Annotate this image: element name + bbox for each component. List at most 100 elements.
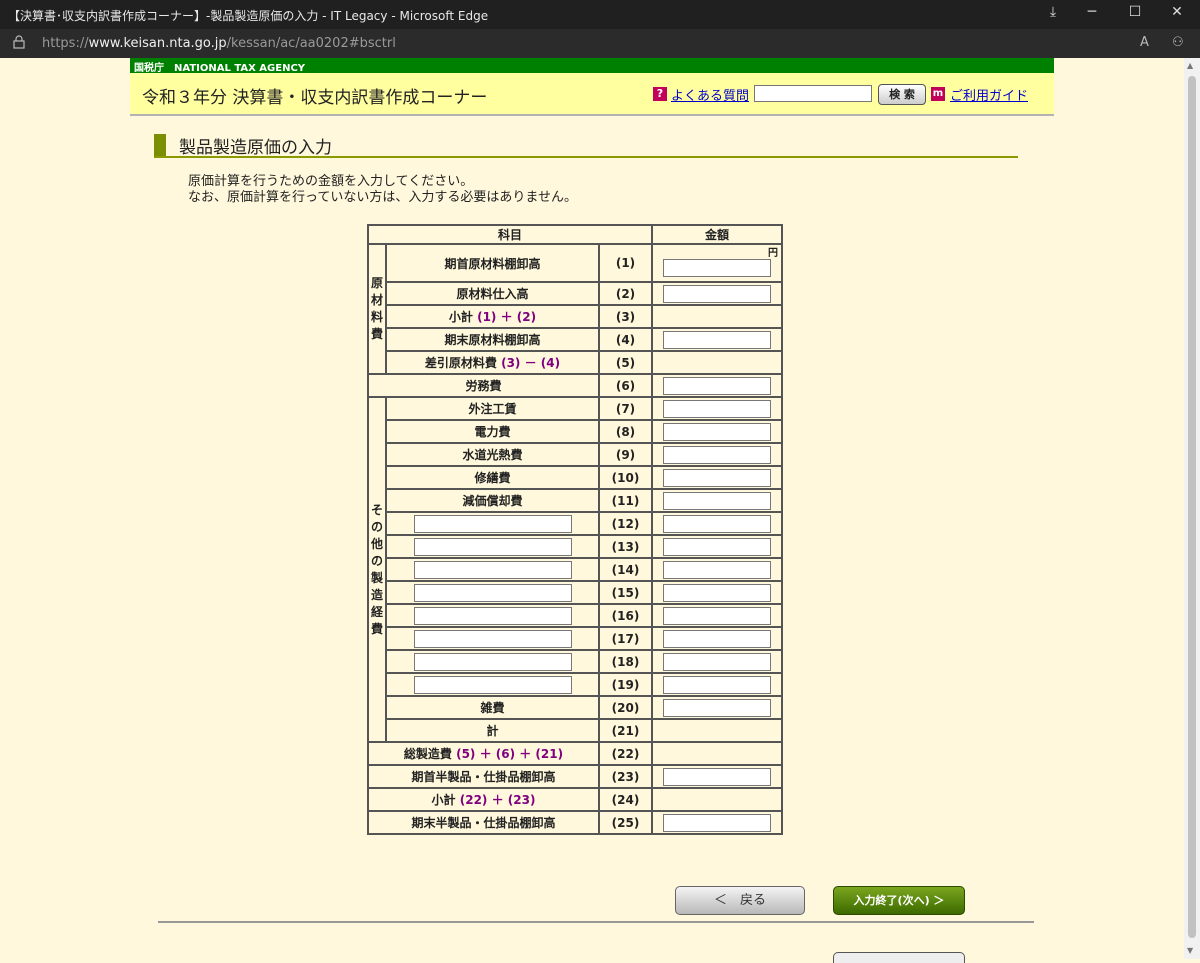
custom-item-cell xyxy=(385,649,600,674)
amount-input-1[interactable] xyxy=(663,259,771,277)
table-row: 労務費 (6) xyxy=(367,373,783,398)
read-aloud-icon[interactable]: A xyxy=(1140,35,1149,50)
minimize-icon[interactable]: ─ xyxy=(1081,4,1103,24)
table-row: 期首半製品・仕掛品棚卸高 (23) xyxy=(367,764,783,789)
url-text[interactable]: https://www.keisan.nta.go.jp/kessan/ac/a… xyxy=(42,36,396,51)
amount-input-12[interactable] xyxy=(663,514,771,533)
guide-link[interactable]: ご利用ガイド xyxy=(950,85,1028,104)
amount-input-13[interactable] xyxy=(663,537,771,556)
table-row: 減価償却費 (11) xyxy=(368,488,783,513)
item-label: 計 xyxy=(385,718,600,743)
table-row: 小計 (1) ＋ (2) (3) xyxy=(368,304,783,329)
url-scheme: https:// xyxy=(42,36,89,51)
custom-item-cell xyxy=(385,626,600,651)
item-number: (16) xyxy=(598,603,653,628)
scroll-down-icon[interactable]: ▼ xyxy=(1187,946,1193,955)
table-row: 差引原材料費 (3) － (4) (5) xyxy=(368,350,783,375)
table-row: (18) xyxy=(368,649,783,674)
amount-input-23[interactable] xyxy=(663,767,771,786)
amount-input-11[interactable] xyxy=(663,491,771,510)
amount-input-10[interactable] xyxy=(663,468,771,487)
maximize-icon[interactable]: ☐ xyxy=(1124,4,1146,24)
question-icon[interactable]: ? xyxy=(653,87,667,101)
item-label: 期首原材料棚卸高 xyxy=(385,243,600,283)
item-label: 期末半製品・仕掛品棚卸高 xyxy=(367,810,600,835)
item-number: (18) xyxy=(598,649,653,674)
guide-book-icon[interactable]: m xyxy=(931,87,945,101)
item-label: 外注工賃 xyxy=(385,396,600,421)
item-name-input-12[interactable] xyxy=(413,514,572,533)
amount-input-19[interactable] xyxy=(663,675,771,694)
agency-bar: 国税庁 NATIONAL TAX AGENCY xyxy=(130,58,1054,74)
download-icon[interactable]: ⤓ xyxy=(1042,4,1064,24)
table-row: 修繕費 (10) xyxy=(368,465,783,490)
url-path: /kessan/ac/aa0202#bsctrl xyxy=(226,36,396,51)
table-row: (12) xyxy=(368,511,783,536)
table-row: 計 (21) xyxy=(368,718,783,743)
scroll-up-icon[interactable]: ▲ xyxy=(1187,61,1193,70)
amount-input-16[interactable] xyxy=(663,606,771,625)
lock-icon xyxy=(13,35,25,49)
table-row: 期末原材料棚卸高 (4) xyxy=(368,327,783,352)
amount-cell xyxy=(651,741,783,766)
amount-input-8[interactable] xyxy=(663,422,771,441)
amount-input-18[interactable] xyxy=(663,652,771,671)
amount-cell xyxy=(651,810,783,835)
item-number: (20) xyxy=(598,695,653,720)
amount-input-17[interactable] xyxy=(663,629,771,648)
item-number: (22) xyxy=(598,741,653,766)
amount-input-6[interactable] xyxy=(663,376,771,395)
amount-input-2[interactable] xyxy=(663,284,771,303)
custom-item-cell xyxy=(385,511,600,536)
amount-cell xyxy=(651,396,783,421)
item-number: (5) xyxy=(598,350,653,375)
item-name-input-14[interactable] xyxy=(413,560,572,579)
amount-cell xyxy=(651,511,783,536)
faq-link[interactable]: よくある質問 xyxy=(671,85,749,104)
item-label: 小計 (22) ＋ (23) xyxy=(367,787,600,812)
amount-input-15[interactable] xyxy=(663,583,771,602)
amount-cell xyxy=(651,281,783,306)
custom-item-cell xyxy=(385,534,600,559)
item-name-input-13[interactable] xyxy=(413,537,572,556)
address-bar[interactable]: https://www.keisan.nta.go.jp/kessan/ac/a… xyxy=(0,29,1200,58)
back-button[interactable]: ＜ 戻る xyxy=(675,886,805,915)
amount-input-4[interactable] xyxy=(663,330,771,349)
item-name-input-16[interactable] xyxy=(413,606,572,625)
close-icon[interactable]: ✕ xyxy=(1166,4,1188,24)
item-name-input-19[interactable] xyxy=(413,675,572,694)
search-input[interactable] xyxy=(754,85,872,102)
item-label: 雑費 xyxy=(385,695,600,720)
window-title: 【決算書･収支内訳書作成コーナー】-製品製造原価の入力 - IT Legacy … xyxy=(8,9,489,23)
amount-input-14[interactable] xyxy=(663,560,771,579)
partial-button[interactable] xyxy=(833,952,965,963)
item-label: 総製造費 (5) ＋ (6) ＋ (21) xyxy=(367,741,600,766)
item-number: (6) xyxy=(598,373,653,398)
item-name-input-15[interactable] xyxy=(413,583,572,602)
item-number: (13) xyxy=(598,534,653,559)
item-number: (11) xyxy=(598,488,653,513)
amount-input-9[interactable] xyxy=(663,445,771,464)
vertical-scrollbar[interactable]: ▲ ▼ xyxy=(1184,58,1200,959)
amount-input-7[interactable] xyxy=(663,399,771,418)
item-number: (23) xyxy=(598,764,653,789)
next-button[interactable]: 入力終了(次へ) ＞ xyxy=(833,886,965,915)
amount-cell xyxy=(651,672,783,697)
table-row: 水道光熱費 (9) xyxy=(368,442,783,467)
profile-icon[interactable]: ⚇ xyxy=(1172,35,1184,50)
item-number: (8) xyxy=(598,419,653,444)
amount-cell xyxy=(651,764,783,789)
item-name-input-17[interactable] xyxy=(413,629,572,648)
item-label: 原材料仕入高 xyxy=(385,281,600,306)
search-button[interactable]: 検 索 xyxy=(878,84,926,105)
item-name-input-18[interactable] xyxy=(413,652,572,671)
table-row: その他の製造経費 外注工賃 (7) xyxy=(367,396,783,743)
table-row: (13) xyxy=(368,534,783,559)
custom-item-cell xyxy=(385,672,600,697)
amount-input-20[interactable] xyxy=(663,698,771,717)
amount-cell xyxy=(651,442,783,467)
item-label: 小計 (1) ＋ (2) xyxy=(385,304,600,329)
scrollbar-thumb[interactable] xyxy=(1188,76,1196,938)
intro-line-1: 原価計算を行うための金額を入力してください。 xyxy=(188,174,474,189)
amount-input-25[interactable] xyxy=(663,813,771,832)
